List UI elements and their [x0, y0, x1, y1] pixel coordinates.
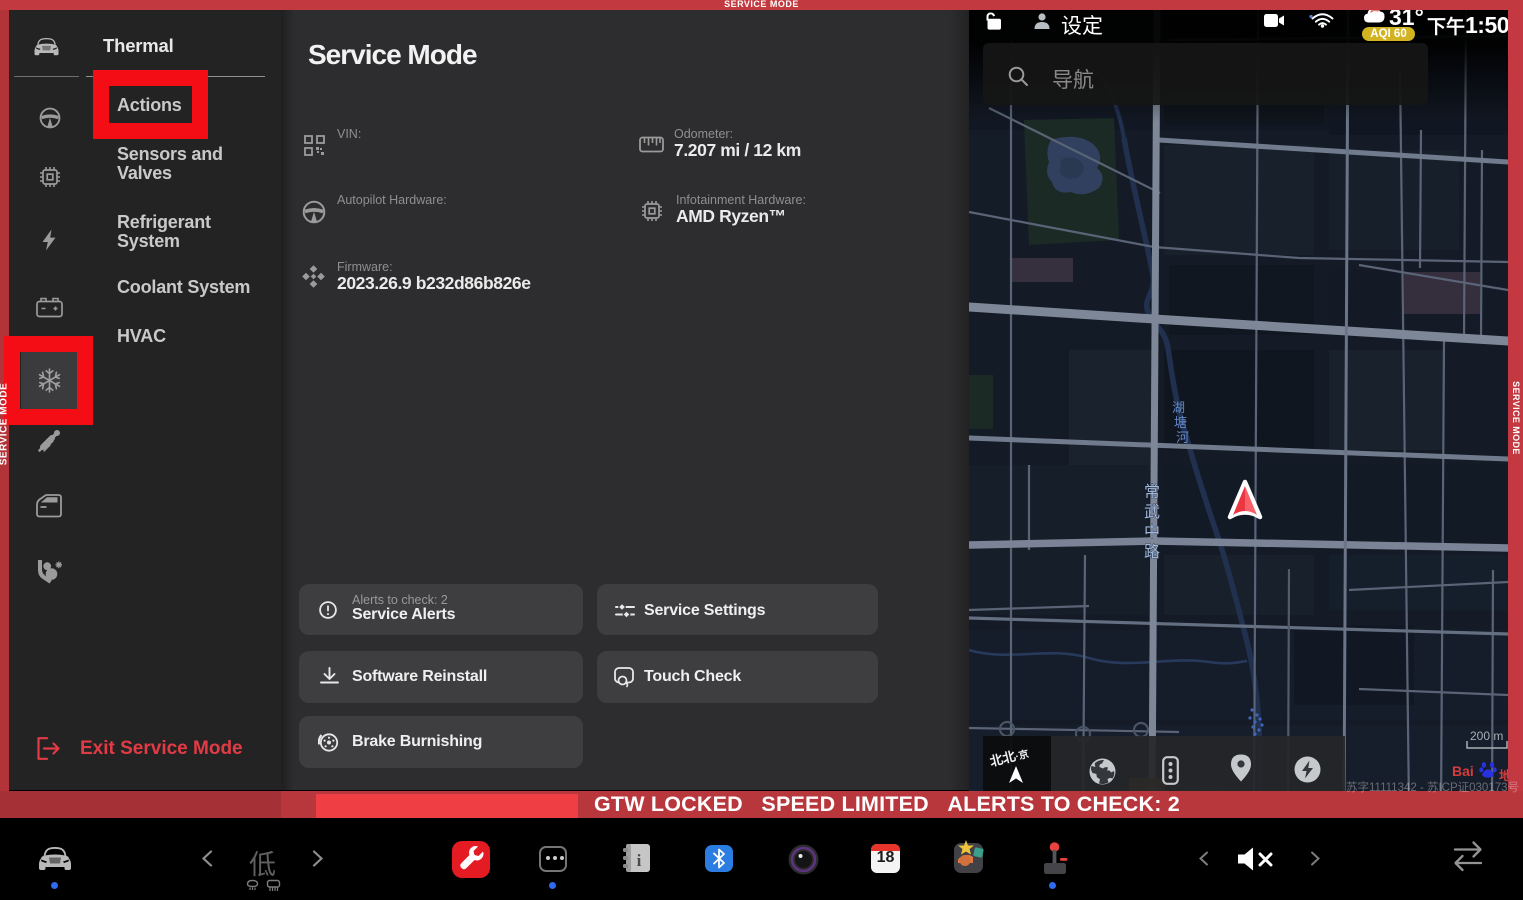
svg-text:湖: 湖 [1172, 400, 1185, 415]
svg-text:常: 常 [1144, 483, 1160, 501]
svg-text:塘: 塘 [1174, 415, 1187, 430]
svg-text:河: 河 [1176, 430, 1189, 445]
svg-text:i: i [637, 851, 642, 870]
svg-text:中: 中 [1144, 523, 1160, 541]
svg-text:武: 武 [1144, 503, 1160, 521]
svg-text:路: 路 [1144, 543, 1160, 561]
